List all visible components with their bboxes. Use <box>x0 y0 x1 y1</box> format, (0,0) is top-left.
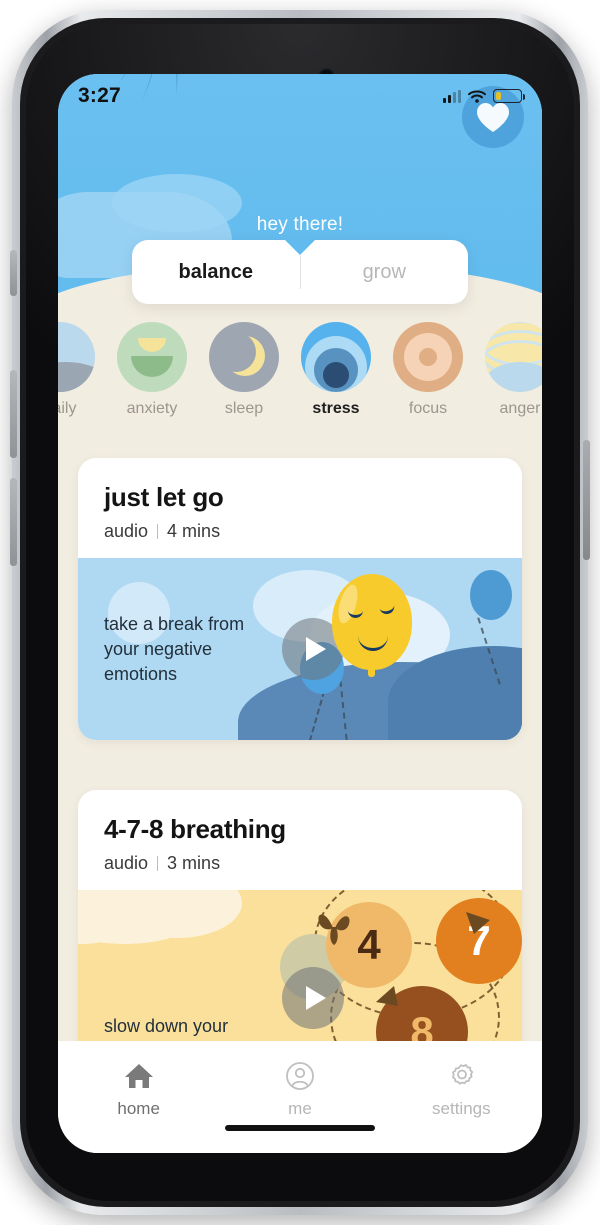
category-label: anxiety <box>126 400 178 417</box>
category-anxiety[interactable]: anxiety <box>106 322 198 418</box>
arrow-icon <box>376 986 398 1006</box>
battery-low-icon <box>493 89 525 103</box>
card-duration: 4 mins <box>167 521 221 541</box>
phone-screen: 3:27 hey there! don't l <box>58 74 542 1153</box>
card-header: just let go audio 4 mins <box>78 458 522 558</box>
nav-item-me[interactable]: me <box>219 1059 380 1119</box>
card-header: 4-7-8 breathing audio 3 mins <box>78 790 522 890</box>
content-card-just-let-go[interactable]: just let go audio 4 mins take a break fr… <box>78 458 522 740</box>
yellow-balloon-face <box>332 574 412 677</box>
meta-divider <box>157 856 159 871</box>
category-stress[interactable]: stress <box>290 322 382 418</box>
balloon-illustration: take a break from your negative emotions <box>78 558 522 740</box>
card-type: audio <box>104 521 149 541</box>
nav-label: me <box>288 1099 312 1118</box>
nav-item-settings[interactable]: settings <box>381 1059 542 1119</box>
tab-notch-icon <box>284 239 316 255</box>
tab-balance[interactable]: balance <box>132 261 300 284</box>
status-indicators <box>443 89 525 104</box>
bottom-navigation: home me settings <box>58 1041 542 1153</box>
person-icon <box>219 1059 380 1093</box>
sunrise-icon <box>58 322 95 392</box>
greeting-text: hey there! <box>256 214 344 235</box>
status-clock: 3:27 <box>78 84 121 107</box>
category-focus[interactable]: focus <box>382 322 474 418</box>
home-indicator[interactable] <box>225 1125 375 1131</box>
crescent-moon-icon <box>209 322 279 392</box>
nav-item-home[interactable]: home <box>58 1059 219 1119</box>
card-caption: take a break from your negative emotions <box>104 613 245 684</box>
home-icon <box>58 1059 219 1093</box>
screenshot-stage: 3:27 hey there! don't l <box>0 0 600 1225</box>
mute-switch-button[interactable] <box>10 250 17 296</box>
target-icon <box>393 322 463 392</box>
category-sleep[interactable]: sleep <box>198 322 290 418</box>
tab-grow[interactable]: grow <box>301 261 469 284</box>
card-meta: audio 3 mins <box>104 853 496 874</box>
category-label: anger <box>499 400 541 417</box>
bowl-icon <box>117 322 187 392</box>
category-strip[interactable]: daily anxiety sleep stress <box>58 322 542 438</box>
power-button[interactable] <box>583 440 590 560</box>
category-label: focus <box>408 400 448 417</box>
category-label: stress <box>312 400 360 417</box>
nav-label: home <box>117 1099 160 1118</box>
card-duration: 3 mins <box>167 853 221 873</box>
category-anger[interactable]: anger <box>474 322 542 418</box>
segmented-tabs: balance grow <box>132 239 469 304</box>
waves-icon <box>485 322 542 392</box>
card-title: 4-7-8 breathing <box>104 814 286 844</box>
play-icon[interactable] <box>282 967 344 1029</box>
card-meta: audio 4 mins <box>104 521 496 542</box>
ripple-icon <box>301 322 371 392</box>
meta-divider <box>157 524 159 539</box>
volume-down-button[interactable] <box>10 478 17 566</box>
gear-icon <box>381 1059 542 1093</box>
category-daily[interactable]: daily <box>58 322 106 418</box>
category-label: sleep <box>224 400 264 417</box>
butterfly-icon <box>318 914 350 945</box>
card-type: audio <box>104 853 149 873</box>
card-title: just let go <box>104 482 224 512</box>
volume-up-button[interactable] <box>10 370 17 458</box>
cellular-signal-icon <box>443 89 461 103</box>
status-bar: 3:27 <box>58 74 542 118</box>
arrow-icon <box>466 912 490 934</box>
nav-label: settings <box>432 1099 491 1118</box>
blue-balloon-right <box>470 570 512 620</box>
wifi-icon <box>468 90 486 103</box>
category-label: daily <box>58 400 77 417</box>
